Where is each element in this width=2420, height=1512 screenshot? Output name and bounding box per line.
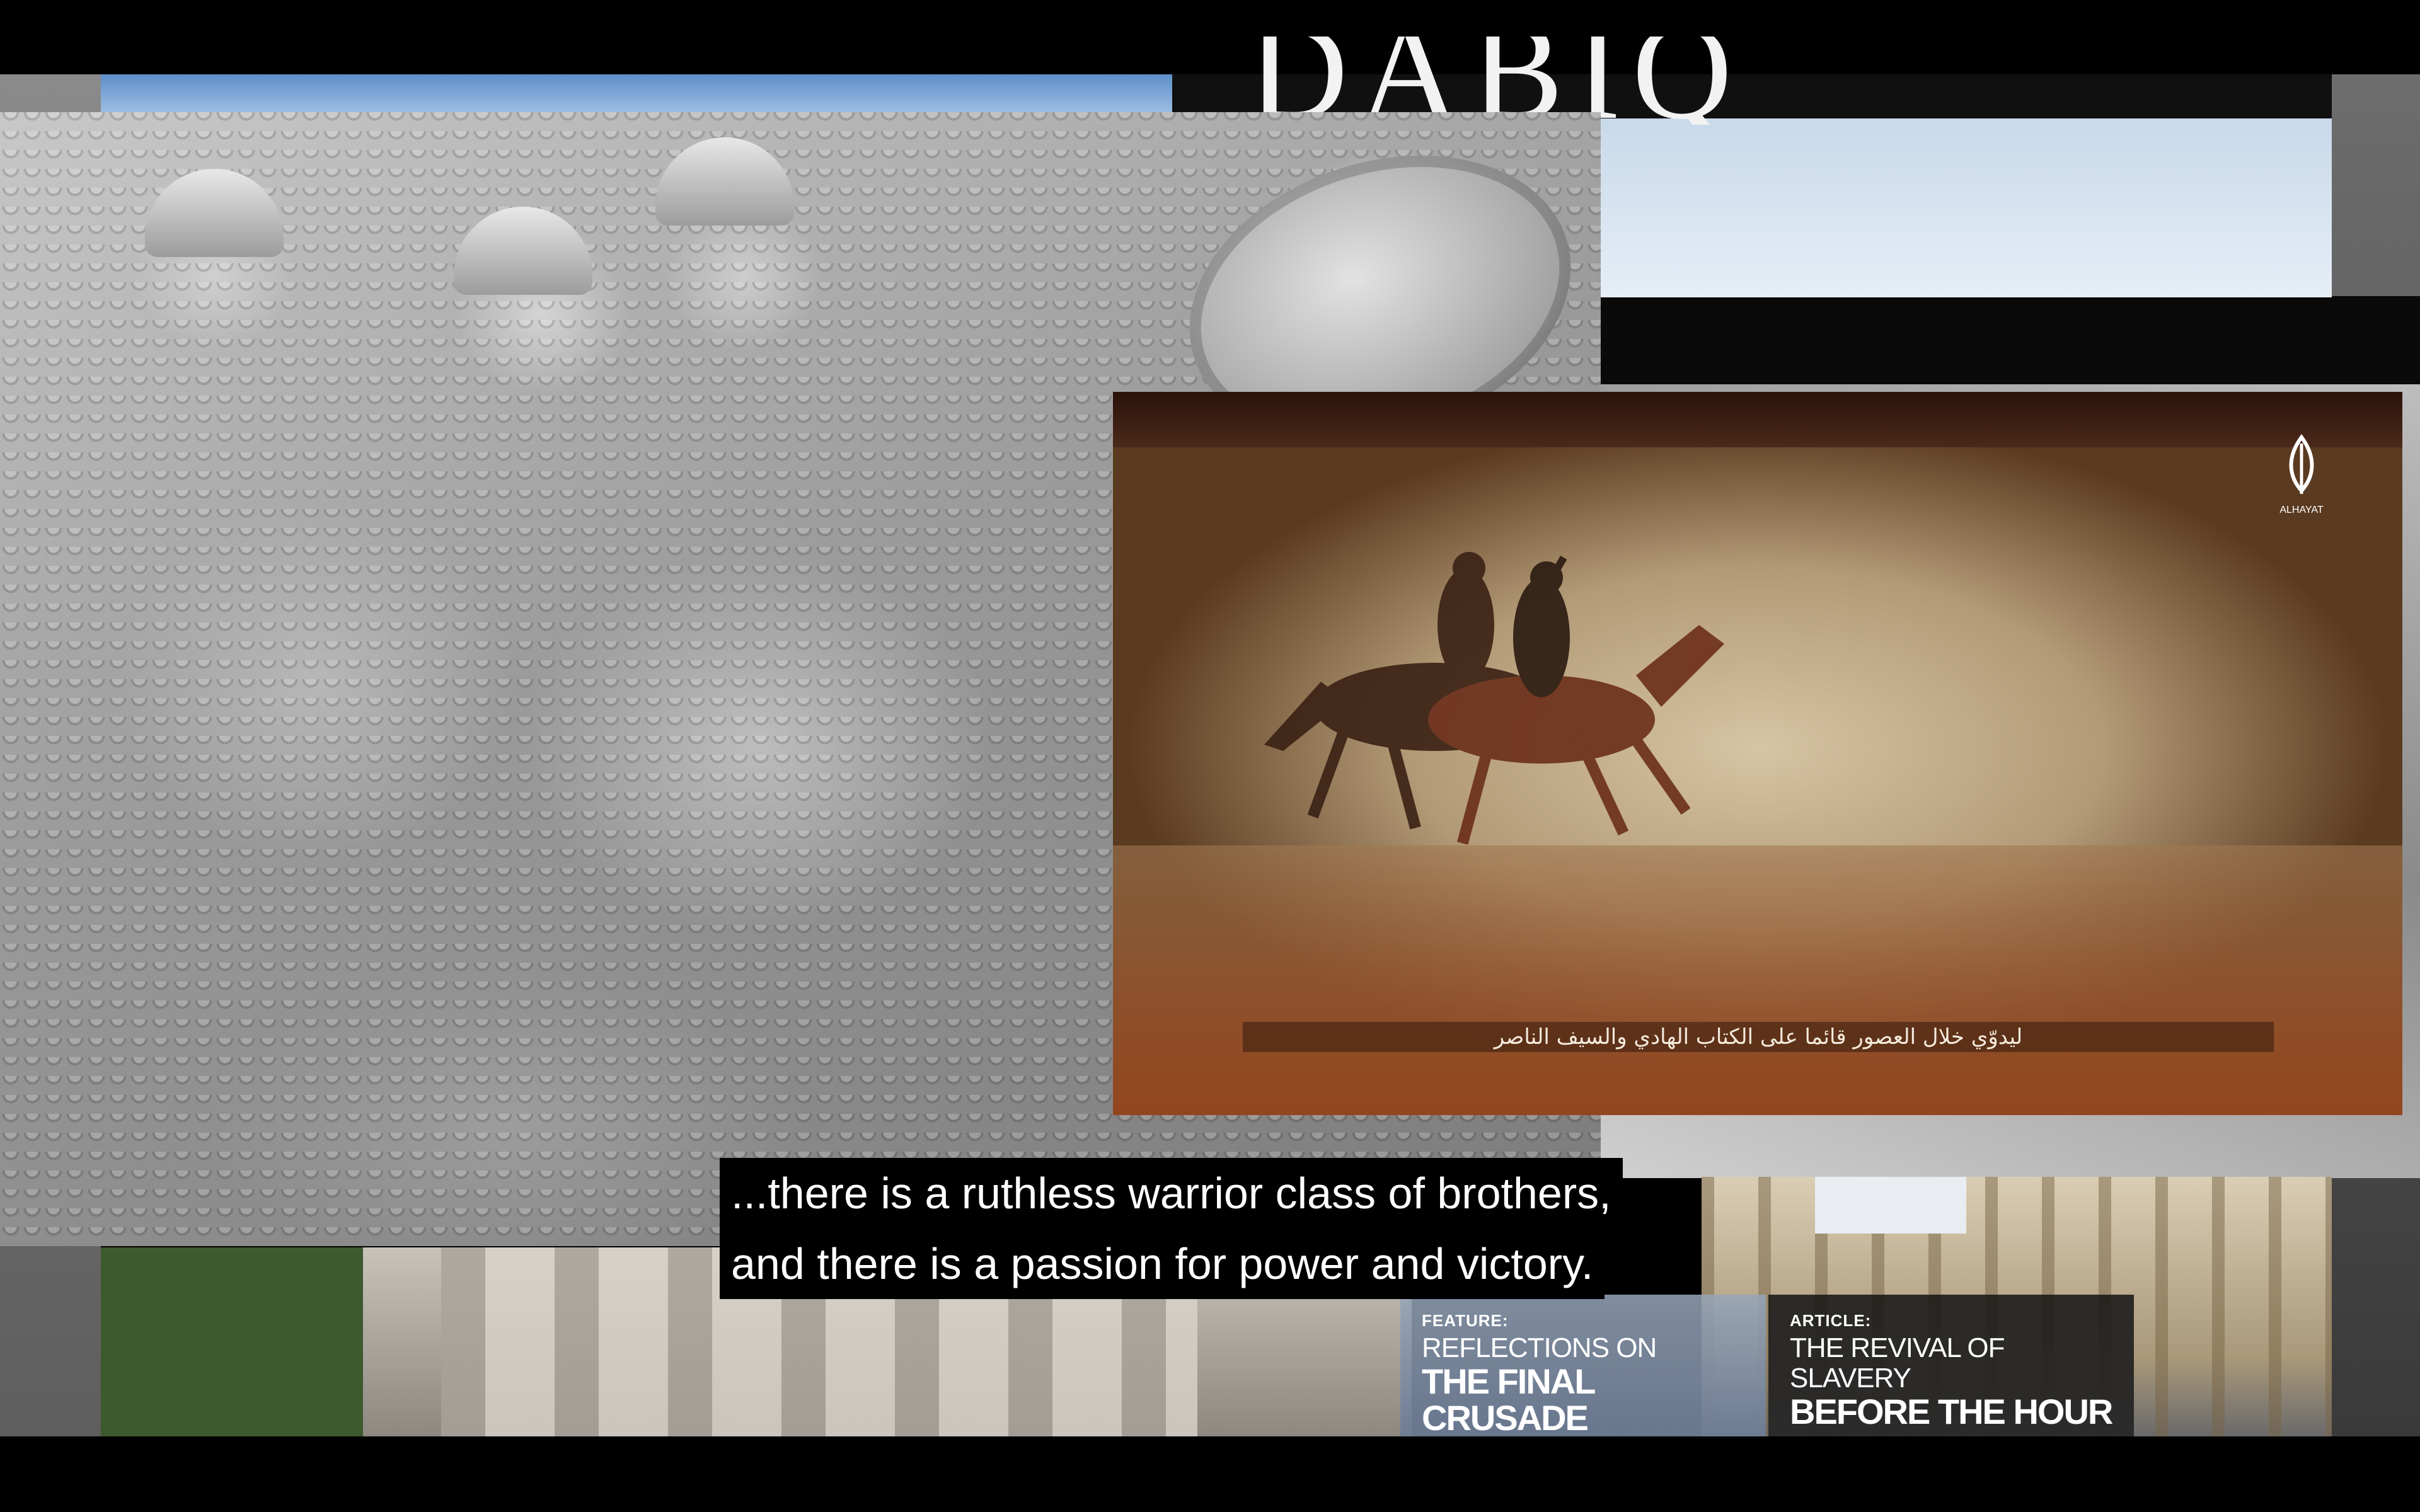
- video-inset: ALHAYAT ليدوّي خلال العصور قائما على الك…: [1113, 392, 2402, 1115]
- article-title-line2: BEFORE THE HOUR: [1790, 1392, 2113, 1431]
- sky-strip: [101, 74, 1172, 112]
- letterbox-bottom: [0, 1436, 2420, 1512]
- horse-riders-silhouette: [1264, 552, 1724, 845]
- feature-kicker: FEATURE:: [1422, 1311, 1509, 1330]
- magazine-cover-sky: [1601, 118, 2332, 297]
- dark-wedge: [1601, 296, 2420, 384]
- caption-line-1: ...there is a ruthless warrior class of …: [720, 1158, 1623, 1228]
- feature-title-line2: THE FINAL CRUSADE: [1422, 1361, 1595, 1438]
- watermark-label: ALHAYAT: [2279, 505, 2324, 515]
- caption-block: ...there is a ruthless warrior class of …: [720, 1158, 1709, 1299]
- feature-title-line1: REFLECTIONS ON: [1422, 1332, 1657, 1363]
- article-title-line1: THE REVIVAL OF SLAVERY: [1790, 1332, 2005, 1394]
- article-kicker: ARTICLE:: [1790, 1311, 1872, 1330]
- caption-line-2: and there is a passion for power and vic…: [720, 1228, 1605, 1299]
- alhayat-logo-icon: ALHAYAT: [2279, 433, 2324, 515]
- magazine-masthead: DABIQ: [1248, 37, 1744, 125]
- desert-ground: [1113, 845, 2402, 1115]
- feature-cover-card: FEATURE: REFLECTIONS ON THE FINAL CRUSAD…: [1400, 1295, 1766, 1436]
- article-cover-card: ARTICLE: THE REVIVAL OF SLAVERY BEFORE T…: [1768, 1295, 2134, 1436]
- video-arabic-subtitle: ليدوّي خلال العصور قائما على الكتاب الها…: [1494, 1024, 2023, 1050]
- video-top-shadow: [1113, 392, 2402, 447]
- vatican-sky: [1815, 1177, 1966, 1234]
